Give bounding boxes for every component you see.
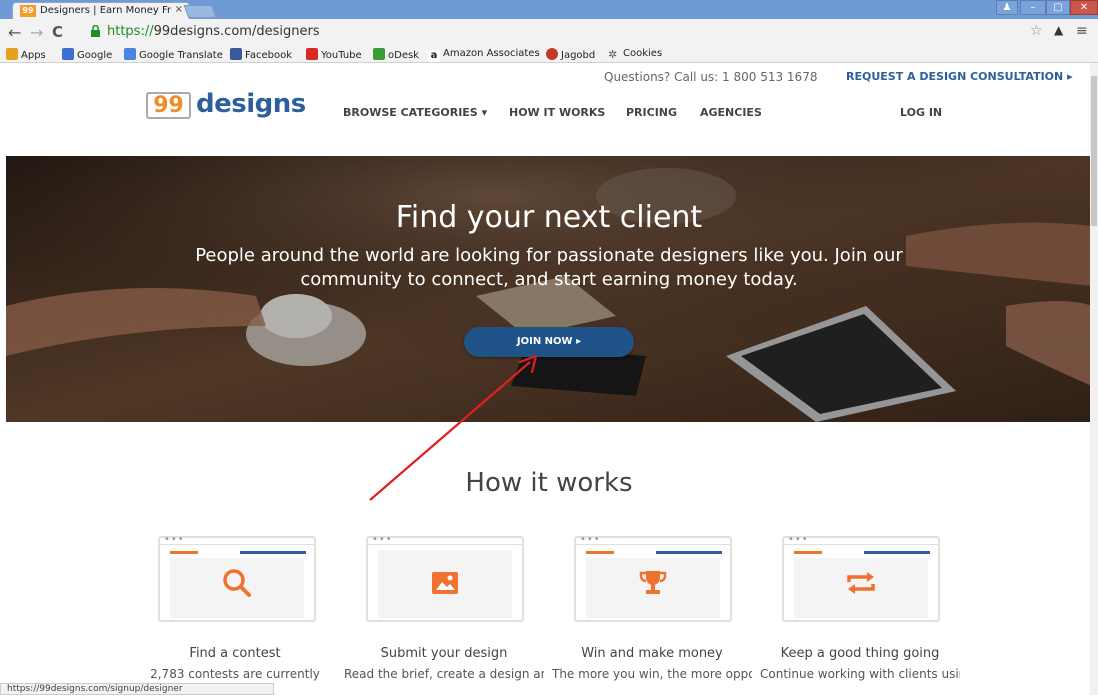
odesk-icon	[373, 48, 385, 60]
bookmark-odesk[interactable]: oDesk	[373, 48, 419, 61]
minimize-button[interactable]: –	[1020, 0, 1046, 15]
bookmark-google-translate[interactable]: Google Translate	[124, 48, 223, 61]
bookmark-cookies[interactable]: ✲ Cookies	[608, 48, 662, 61]
jagobd-icon	[546, 48, 558, 60]
tab-favicon: 99	[20, 5, 36, 17]
join-now-button[interactable]: JOIN NOW ▸	[464, 327, 634, 357]
image-icon	[432, 572, 458, 594]
trophy-icon	[639, 571, 667, 594]
step-card-keep: •••	[782, 534, 940, 622]
bookmark-google[interactable]: Google	[62, 48, 112, 61]
how-it-works-heading: How it works	[465, 468, 633, 498]
user-icon[interactable]: ♟	[996, 0, 1018, 15]
step-card-find: •••	[158, 534, 316, 622]
browser-tab[interactable]: 99 Designers | Earn Money Fr ×	[12, 2, 190, 19]
nav-agencies[interactable]: AGENCIES	[700, 106, 762, 119]
bookmark-jagobd[interactable]: Jagobd	[546, 48, 595, 61]
status-bar-url: https://99designs.com/signup/designer	[0, 683, 274, 695]
apps-icon	[6, 48, 18, 60]
step-desc-win: The more you win, the more opportunities…	[552, 667, 752, 681]
browser-toolbar: ← → C https://99designs.com/designers ☆ …	[0, 19, 1098, 45]
bookmark-youtube[interactable]: YouTube	[306, 48, 362, 61]
scrollbar-thumb[interactable]	[1091, 76, 1097, 226]
bookmark-facebook[interactable]: Facebook	[230, 48, 292, 61]
close-window-button[interactable]: ✕	[1070, 0, 1098, 15]
youtube-icon	[306, 48, 318, 60]
step-title-submit: Submit your design	[380, 646, 508, 661]
login-link[interactable]: LOG IN	[900, 106, 942, 119]
hero-subtitle: People around the world are looking for …	[195, 245, 903, 290]
phone-text: Questions? Call us: 1 800 513 1678	[604, 70, 818, 84]
consultation-link[interactable]: REQUEST A DESIGN CONSULTATION ▸	[846, 70, 1073, 83]
step-desc-keep: Continue working with clients using 1-to…	[760, 667, 960, 681]
lock-icon	[91, 25, 100, 37]
step-desc-submit: Read the brief, create a design and coll…	[344, 667, 544, 681]
tab-title: Designers | Earn Money Fr	[40, 5, 172, 16]
maximize-button[interactable]: ▢	[1046, 0, 1070, 15]
step-title-find: Find a contest	[189, 646, 281, 661]
hero-banner: Find your next client People around the …	[6, 156, 1092, 422]
star-icon[interactable]: ☆	[1030, 23, 1043, 39]
amazon-icon: a	[428, 50, 440, 62]
bookmark-amazon[interactable]: a Amazon Associates	[428, 48, 540, 62]
menu-icon[interactable]: ≡	[1076, 23, 1088, 39]
bookmark-apps[interactable]: Apps	[6, 48, 46, 61]
nav-browse-categories[interactable]: BROWSE CATEGORIES ▾	[343, 106, 487, 119]
bookmarks-bar: Apps Google Google Translate Facebook Yo…	[0, 45, 1098, 63]
step-title-win: Win and make money	[581, 646, 723, 661]
back-icon[interactable]: ←	[8, 23, 21, 42]
gear-icon: ✲	[608, 48, 618, 61]
google-icon	[62, 48, 74, 60]
hero-title: Find your next client	[395, 200, 703, 235]
facebook-icon	[230, 48, 242, 60]
forward-icon[interactable]: →	[30, 23, 43, 42]
window-titlebar: 99 Designers | Earn Money Fr × ♟ – ▢ ✕	[0, 0, 1098, 19]
nav-how-it-works[interactable]: HOW IT WORKS	[509, 106, 605, 119]
new-tab-button[interactable]	[183, 5, 217, 18]
reload-icon[interactable]: C	[52, 23, 63, 41]
url-text: https://99designs.com/designers	[107, 24, 320, 39]
tab-close-icon[interactable]: ×	[175, 4, 183, 15]
nav-pricing[interactable]: PRICING	[626, 106, 677, 119]
step-card-submit: •••	[366, 534, 524, 622]
address-bar[interactable]: https://99designs.com/designers	[86, 22, 1086, 42]
step-card-win: •••	[574, 534, 732, 622]
search-icon	[223, 569, 251, 597]
extension-icon[interactable]: ▲	[1054, 23, 1063, 37]
repeat-icon	[847, 572, 875, 594]
logo-mark: 99	[146, 92, 191, 119]
logo-word: designs	[196, 89, 306, 119]
translate-icon	[124, 48, 136, 60]
step-title-keep: Keep a good thing going	[780, 646, 940, 661]
